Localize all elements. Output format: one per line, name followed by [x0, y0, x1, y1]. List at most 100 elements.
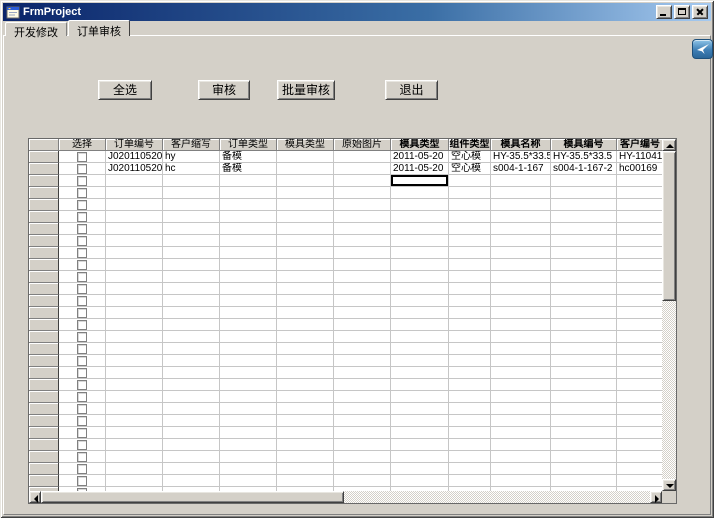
grid-cell[interactable]: [106, 403, 163, 415]
grid-cell[interactable]: [334, 391, 391, 403]
grid-cell[interactable]: [220, 355, 277, 367]
grid-cell[interactable]: [277, 259, 334, 271]
grid-cell[interactable]: [449, 187, 491, 199]
scroll-up-button[interactable]: [662, 139, 676, 151]
column-header-cell[interactable]: 原始图片: [334, 139, 391, 151]
grid-cell[interactable]: [220, 211, 277, 223]
grid-cell[interactable]: [277, 379, 334, 391]
grid-cell[interactable]: [551, 355, 617, 367]
row-checkbox[interactable]: [77, 164, 87, 174]
grid-cell[interactable]: [491, 271, 551, 283]
grid-cell[interactable]: [106, 439, 163, 451]
grid-cell[interactable]: [551, 319, 617, 331]
grid-cell[interactable]: [617, 475, 662, 487]
row-checkbox[interactable]: [77, 368, 87, 378]
grid-cell[interactable]: [449, 463, 491, 475]
column-header-cell[interactable]: 模具编号: [551, 139, 617, 151]
grid-cell[interactable]: [220, 199, 277, 211]
grid-cell[interactable]: [220, 307, 277, 319]
grid-cell[interactable]: [551, 271, 617, 283]
grid-cell[interactable]: s004-1-167-2: [551, 163, 617, 175]
row-header-cell[interactable]: [29, 199, 59, 211]
grid-cell[interactable]: [617, 175, 662, 187]
row-checkbox[interactable]: [77, 224, 87, 234]
grid-cell[interactable]: [617, 295, 662, 307]
row-header-cell[interactable]: [29, 175, 59, 187]
grid-cell[interactable]: [391, 403, 449, 415]
grid-cell[interactable]: [220, 331, 277, 343]
grid-cell[interactable]: [277, 307, 334, 319]
grid-cell[interactable]: [617, 283, 662, 295]
skin-fly-button[interactable]: [692, 39, 713, 59]
grid-cell[interactable]: [391, 427, 449, 439]
grid-cell[interactable]: [163, 355, 220, 367]
grid-cell[interactable]: [334, 463, 391, 475]
grid-cell[interactable]: [449, 367, 491, 379]
grid-cell[interactable]: [106, 427, 163, 439]
grid-cell[interactable]: [551, 307, 617, 319]
grid-cell[interactable]: [617, 343, 662, 355]
grid-cell[interactable]: [391, 331, 449, 343]
grid-cell[interactable]: [277, 403, 334, 415]
grid-cell[interactable]: [491, 439, 551, 451]
column-header-cell[interactable]: 订单类型: [220, 139, 277, 151]
grid-cell[interactable]: [617, 451, 662, 463]
grid-cell[interactable]: [334, 175, 391, 187]
minimize-button[interactable]: [656, 5, 672, 19]
row-header-cell[interactable]: [29, 439, 59, 451]
grid-cell[interactable]: [106, 391, 163, 403]
tab-dev-modify[interactable]: 开发修改: [5, 22, 67, 36]
maximize-button[interactable]: [674, 5, 690, 19]
column-header-cell[interactable]: 模具类型: [391, 139, 449, 151]
grid-cell[interactable]: [220, 235, 277, 247]
grid-cell[interactable]: [491, 403, 551, 415]
grid-cell[interactable]: [449, 451, 491, 463]
grid-cell[interactable]: [334, 199, 391, 211]
grid-cell[interactable]: [277, 199, 334, 211]
grid-cell[interactable]: [163, 451, 220, 463]
grid-cell[interactable]: [277, 295, 334, 307]
row-checkbox[interactable]: [77, 212, 87, 222]
grid-cell[interactable]: [106, 379, 163, 391]
row-checkbox[interactable]: [77, 332, 87, 342]
grid-cell[interactable]: [449, 439, 491, 451]
scroll-left-button[interactable]: [29, 491, 41, 503]
grid-cell[interactable]: [163, 415, 220, 427]
grid-cell[interactable]: [220, 247, 277, 259]
row-header-cell[interactable]: [29, 259, 59, 271]
row-checkbox[interactable]: [77, 176, 87, 186]
grid-cell[interactable]: [106, 463, 163, 475]
grid-cell[interactable]: [391, 295, 449, 307]
grid-cell[interactable]: [277, 367, 334, 379]
grid-cell[interactable]: [220, 367, 277, 379]
grid-cell[interactable]: [220, 475, 277, 487]
grid-cell[interactable]: [491, 427, 551, 439]
grid-cell[interactable]: [491, 415, 551, 427]
grid-cell[interactable]: [491, 367, 551, 379]
row-checkbox[interactable]: [77, 284, 87, 294]
grid-cell[interactable]: [163, 187, 220, 199]
grid-cell[interactable]: [551, 391, 617, 403]
grid-cell[interactable]: [220, 295, 277, 307]
grid-cell[interactable]: [551, 379, 617, 391]
horizontal-scrollbar[interactable]: [29, 491, 662, 503]
grid-cell[interactable]: [277, 415, 334, 427]
grid-cell[interactable]: [491, 211, 551, 223]
grid-cell[interactable]: [106, 175, 163, 187]
grid-cell[interactable]: [617, 439, 662, 451]
grid-cell[interactable]: [277, 247, 334, 259]
grid-cell[interactable]: [491, 463, 551, 475]
grid-cell[interactable]: [334, 163, 391, 175]
grid-cell[interactable]: [220, 403, 277, 415]
audit-button[interactable]: 审核: [198, 80, 250, 100]
grid-cell[interactable]: [449, 211, 491, 223]
grid-cell[interactable]: [449, 427, 491, 439]
grid-cell[interactable]: [334, 475, 391, 487]
grid-cell[interactable]: [449, 355, 491, 367]
row-header-cell[interactable]: [29, 343, 59, 355]
grid-cell[interactable]: [277, 391, 334, 403]
grid-cell[interactable]: [220, 463, 277, 475]
grid-cell[interactable]: [334, 223, 391, 235]
grid-cell[interactable]: [220, 391, 277, 403]
grid-cell[interactable]: [391, 463, 449, 475]
